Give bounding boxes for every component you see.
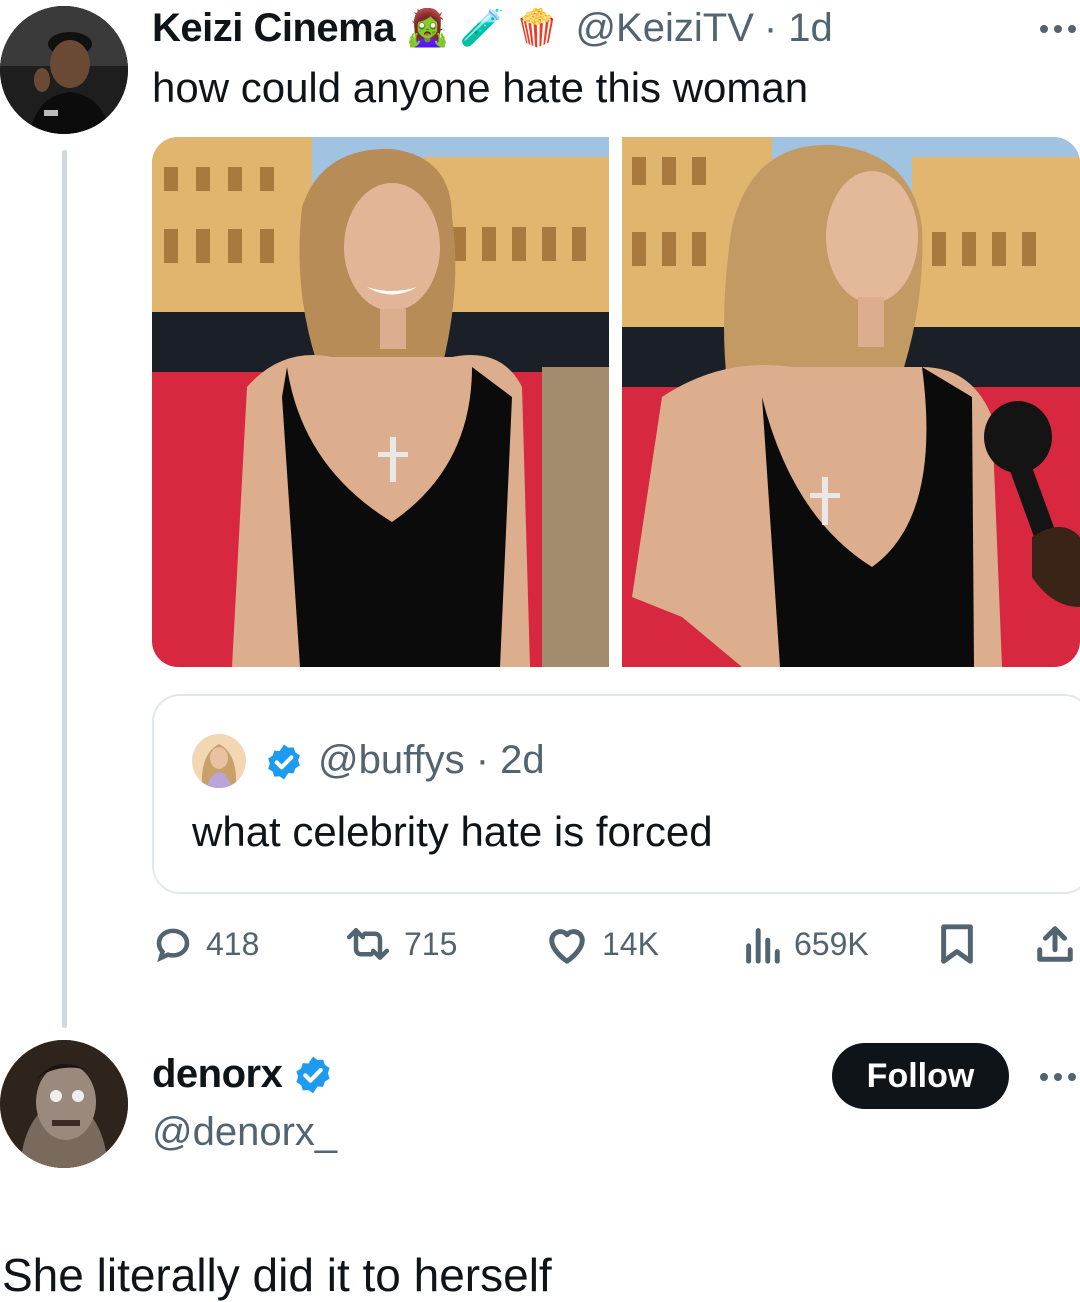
photo-left <box>152 137 609 667</box>
reply-text: She literally did it to herself <box>2 1249 552 1301</box>
views-count: 659K <box>794 925 869 962</box>
reply-icon <box>156 928 190 963</box>
retweet-count: 715 <box>404 925 458 962</box>
tweet-time[interactable]: · 1d <box>764 6 833 51</box>
heart-icon <box>549 929 585 964</box>
verified-badge-icon <box>296 1056 330 1093</box>
reply-count: 418 <box>206 925 260 962</box>
reply-author-name[interactable]: denorx <box>152 1052 283 1097</box>
quoted-tweet[interactable]: @buffys · 2d what celebrity hate is forc… <box>152 694 1080 894</box>
author-name[interactable]: Keizi Cinema <box>152 6 395 51</box>
like-count: 14K <box>602 925 659 962</box>
share-button[interactable] <box>1034 922 1076 966</box>
photo-right <box>622 137 1080 667</box>
bookmark-button[interactable] <box>938 922 976 966</box>
retweet-button[interactable]: 715 <box>344 922 457 966</box>
thread-connector-line <box>62 150 67 1028</box>
views-icon <box>746 928 780 964</box>
media-image-left[interactable] <box>152 137 609 667</box>
author-handle[interactable]: @KeiziTV <box>575 6 753 51</box>
author-avatar-image <box>0 6 128 134</box>
reply-avatar-image <box>0 1040 128 1168</box>
quoted-avatar-image <box>192 734 246 788</box>
emoji-popcorn-icon: 🍿 <box>514 7 560 48</box>
follow-button[interactable]: Follow <box>832 1043 1009 1109</box>
retweet-icon <box>346 928 390 960</box>
more-options-icon[interactable] <box>1040 25 1076 33</box>
quoted-author-avatar <box>192 734 246 788</box>
bookmark-icon <box>941 924 973 964</box>
quoted-time: · 2d <box>475 738 545 782</box>
tweet-text: how could anyone hate this woman <box>152 64 809 111</box>
emoji-test-tube-icon: 🧪 <box>459 7 505 48</box>
like-button[interactable]: 14K <box>544 922 659 966</box>
share-icon <box>1037 926 1073 962</box>
reply-author-handle[interactable]: @denorx_ <box>152 1110 337 1155</box>
emoji-zombie-icon: 🧟‍♀️ <box>404 7 450 48</box>
reply-author-avatar[interactable] <box>0 1040 128 1168</box>
quoted-handle: @buffys <box>318 738 465 782</box>
media-image-right[interactable] <box>622 137 1080 667</box>
reply-more-options-icon[interactable] <box>1040 1073 1076 1081</box>
views-button[interactable]: 659K <box>742 922 869 966</box>
reply-button[interactable]: 418 <box>152 922 259 966</box>
author-avatar[interactable] <box>0 6 128 134</box>
verified-badge-icon <box>268 744 300 780</box>
quoted-text: what celebrity hate is forced <box>192 808 713 855</box>
